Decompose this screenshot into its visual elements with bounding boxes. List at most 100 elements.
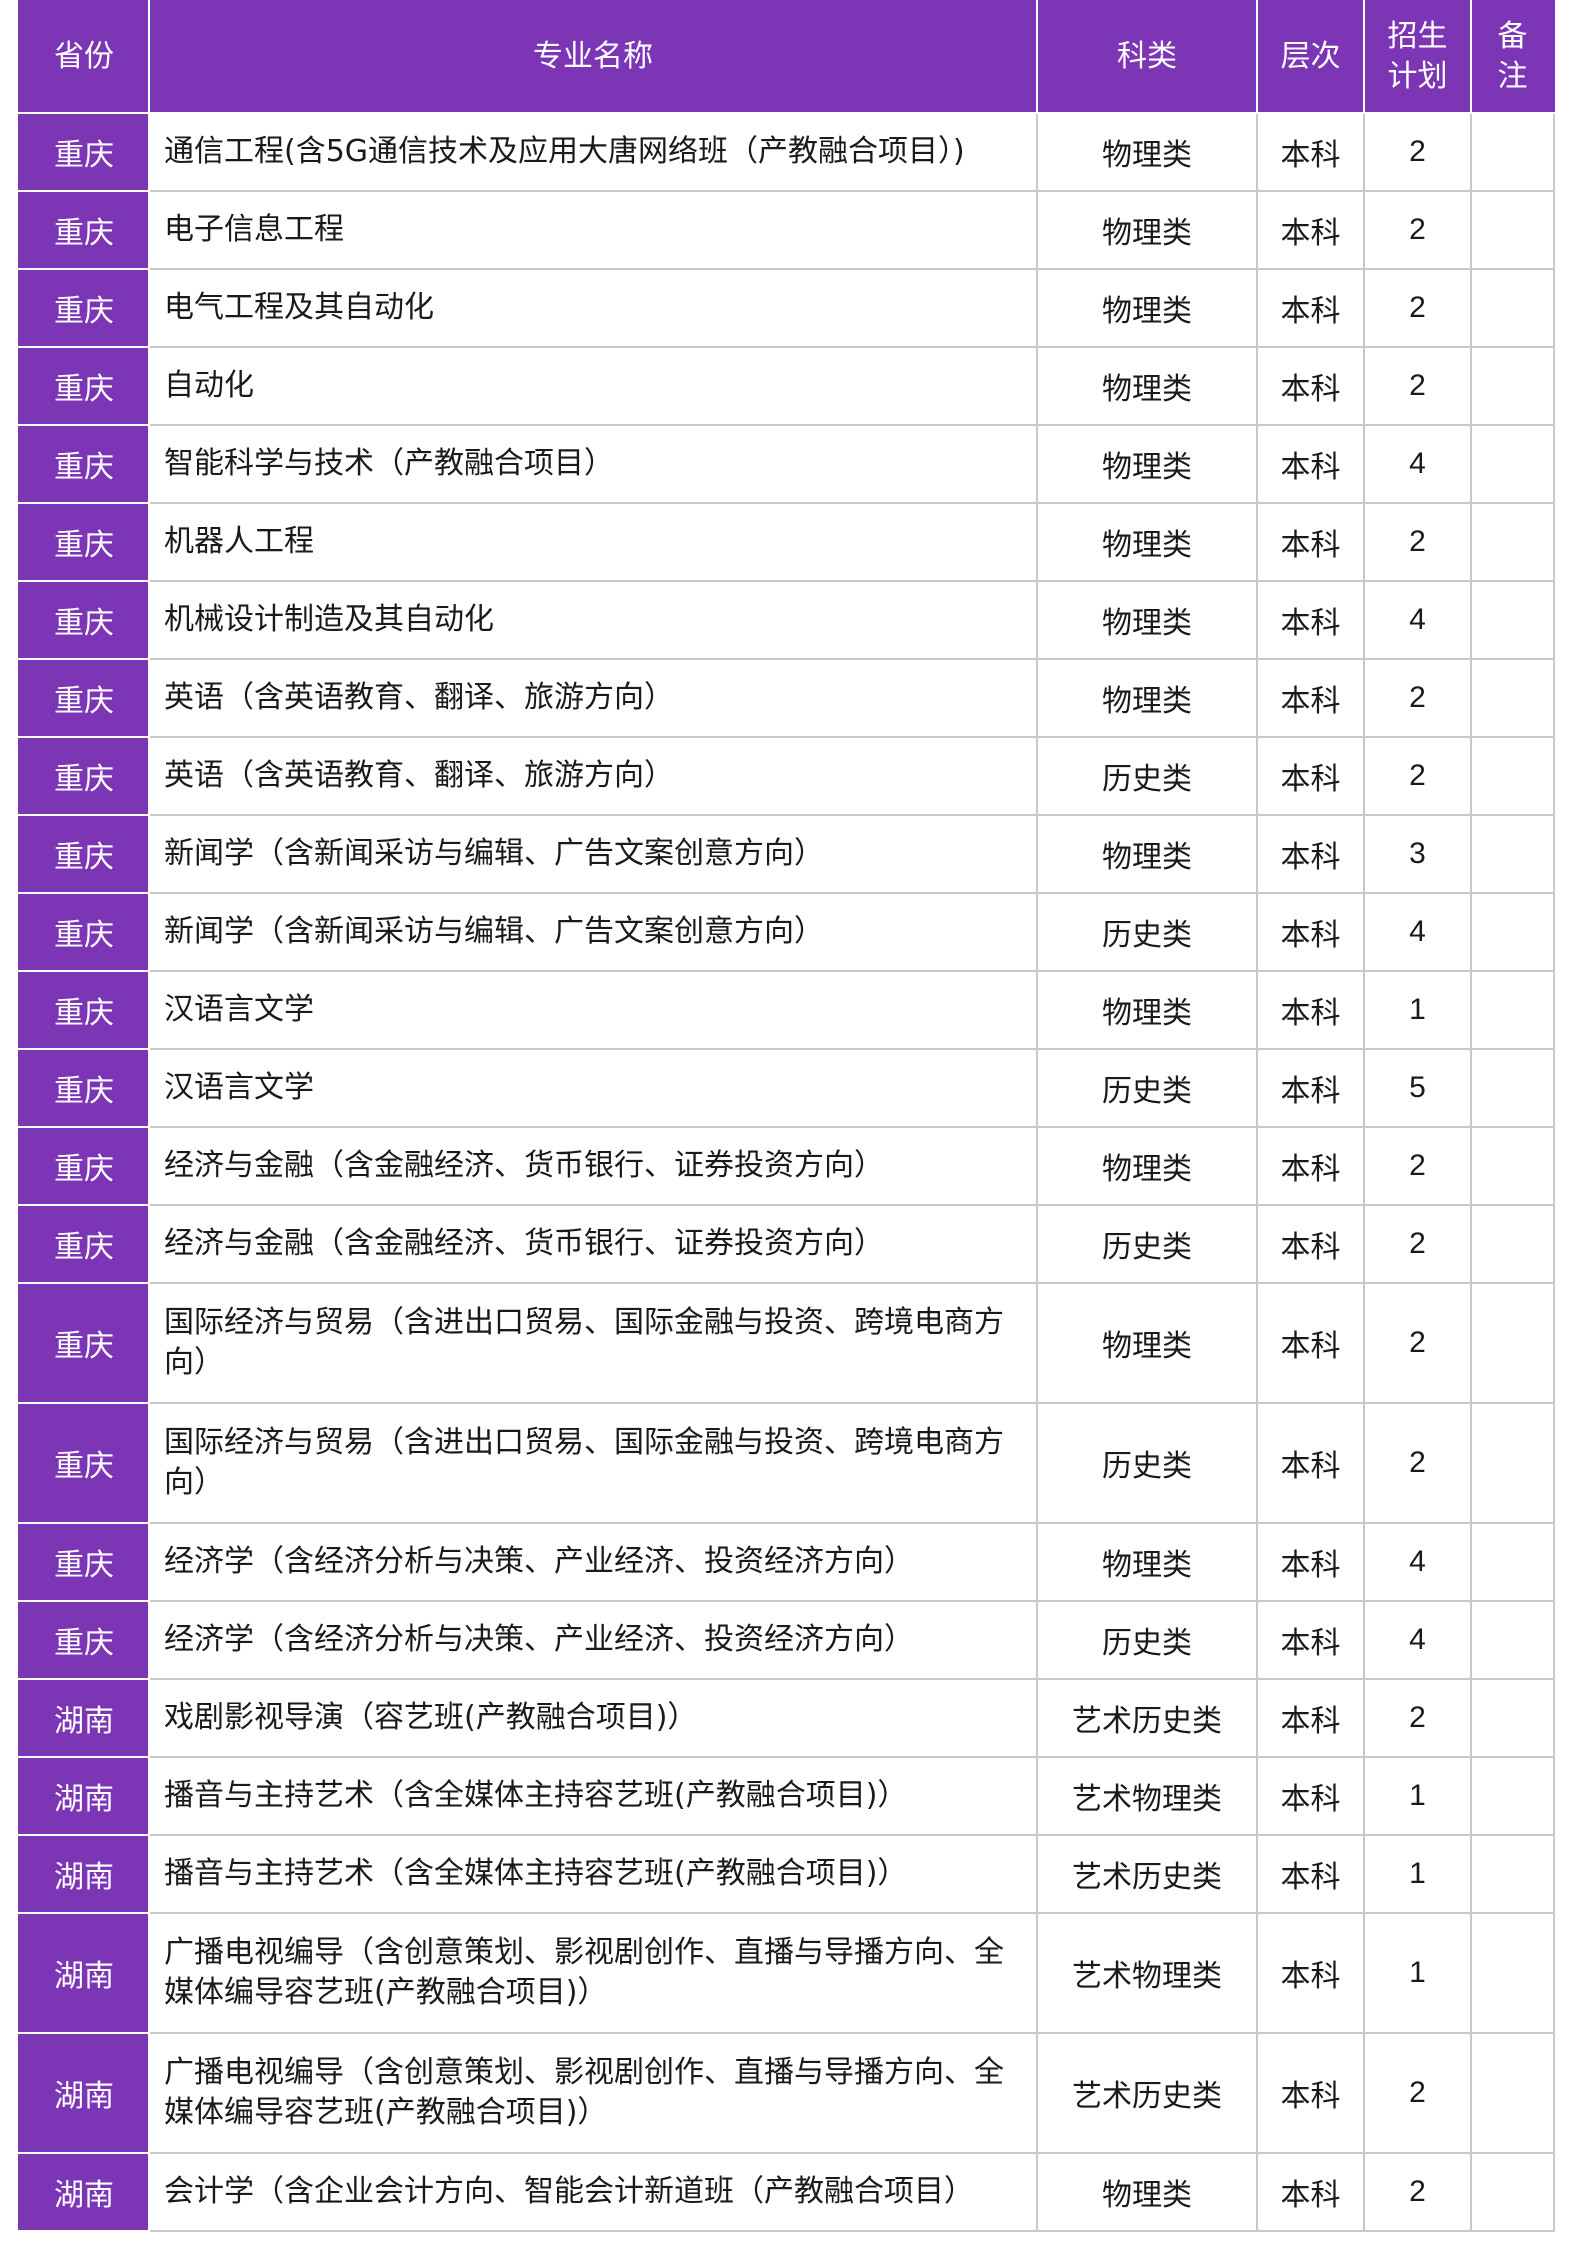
cell-major: 播音与主持艺术（含全媒体主持容艺班(产教融合项目)） xyxy=(148,1756,1038,1836)
cell-major: 汉语言文学 xyxy=(148,1048,1038,1128)
cell-major: 智能科学与技术（产教融合项目） xyxy=(148,424,1038,504)
cell-province: 重庆 xyxy=(18,580,150,660)
cell-plan: 2 xyxy=(1363,1204,1472,1284)
table-row: 重庆 汉语言文学 物理类 本科 1 xyxy=(18,970,1555,1050)
cell-note xyxy=(1470,736,1555,816)
cell-category: 艺术历史类 xyxy=(1036,2032,1258,2154)
header-note-line2: 注 xyxy=(1497,59,1528,94)
cell-category: 物理类 xyxy=(1036,814,1258,894)
cell-level: 本科 xyxy=(1256,892,1365,972)
cell-plan: 5 xyxy=(1363,1048,1472,1128)
cell-level: 本科 xyxy=(1256,1204,1365,1284)
cell-major: 电子信息工程 xyxy=(148,190,1038,270)
cell-province: 重庆 xyxy=(18,1282,150,1404)
table-row: 重庆 机械设计制造及其自动化 物理类 本科 4 xyxy=(18,580,1555,660)
table-row: 重庆 电子信息工程 物理类 本科 2 xyxy=(18,190,1555,270)
cell-note xyxy=(1470,346,1555,426)
cell-note xyxy=(1470,268,1555,348)
cell-note xyxy=(1470,2032,1555,2154)
cell-plan: 2 xyxy=(1363,1282,1472,1404)
cell-plan: 1 xyxy=(1363,1912,1472,2034)
cell-major: 国际经济与贸易（含进出口贸易、国际金融与投资、跨境电商方向） xyxy=(148,1282,1038,1404)
cell-plan: 4 xyxy=(1363,580,1472,660)
cell-note xyxy=(1470,1678,1555,1758)
cell-major: 汉语言文学 xyxy=(148,970,1038,1050)
cell-note xyxy=(1470,1048,1555,1128)
cell-major: 英语（含英语教育、翻译、旅游方向） xyxy=(148,658,1038,738)
cell-province: 重庆 xyxy=(18,1402,150,1524)
cell-category: 艺术历史类 xyxy=(1036,1834,1258,1914)
cell-plan: 2 xyxy=(1363,1402,1472,1524)
cell-level: 本科 xyxy=(1256,190,1365,270)
cell-major: 新闻学（含新闻采访与编辑、广告文案创意方向） xyxy=(148,814,1038,894)
cell-category: 物理类 xyxy=(1036,112,1258,192)
cell-note xyxy=(1470,970,1555,1050)
table-row: 重庆 经济与金融（含金融经济、货币银行、证券投资方向） 历史类 本科 2 xyxy=(18,1204,1555,1284)
header-row: 省份 专业名称 科类 层次 招生 计划 备 注 xyxy=(18,0,1555,114)
cell-level: 本科 xyxy=(1256,1834,1365,1914)
cell-province: 重庆 xyxy=(18,814,150,894)
cell-level: 本科 xyxy=(1256,970,1365,1050)
cell-level: 本科 xyxy=(1256,1522,1365,1602)
cell-plan: 2 xyxy=(1363,268,1472,348)
cell-major: 国际经济与贸易（含进出口贸易、国际金融与投资、跨境电商方向） xyxy=(148,1402,1038,1524)
table-row: 湖南 播音与主持艺术（含全媒体主持容艺班(产教融合项目)） 艺术物理类 本科 1 xyxy=(18,1756,1555,1836)
cell-major: 英语（含英语教育、翻译、旅游方向） xyxy=(148,736,1038,816)
cell-province: 重庆 xyxy=(18,658,150,738)
cell-major: 通信工程(含5G通信技术及应用大唐网络班（产教融合项目）) xyxy=(148,112,1038,192)
cell-major: 播音与主持艺术（含全媒体主持容艺班(产教融合项目)） xyxy=(148,1834,1038,1914)
cell-level: 本科 xyxy=(1256,2152,1365,2232)
table-row: 重庆 新闻学（含新闻采访与编辑、广告文案创意方向） 历史类 本科 4 xyxy=(18,892,1555,972)
cell-plan: 2 xyxy=(1363,190,1472,270)
cell-note xyxy=(1470,580,1555,660)
cell-note xyxy=(1470,502,1555,582)
cell-level: 本科 xyxy=(1256,1126,1365,1206)
cell-category: 艺术物理类 xyxy=(1036,1912,1258,2034)
cell-category: 物理类 xyxy=(1036,970,1258,1050)
cell-category: 历史类 xyxy=(1036,1600,1258,1680)
cell-major: 新闻学（含新闻采访与编辑、广告文案创意方向） xyxy=(148,892,1038,972)
table-row: 重庆 新闻学（含新闻采访与编辑、广告文案创意方向） 物理类 本科 3 xyxy=(18,814,1555,894)
cell-category: 物理类 xyxy=(1036,346,1258,426)
cell-category: 物理类 xyxy=(1036,658,1258,738)
cell-province: 重庆 xyxy=(18,1126,150,1206)
table-row: 重庆 经济与金融（含金融经济、货币银行、证券投资方向） 物理类 本科 2 xyxy=(18,1126,1555,1206)
table-row: 湖南 会计学（含企业会计方向、智能会计新道班（产教融合项目） 物理类 本科 2 xyxy=(18,2152,1555,2232)
cell-level: 本科 xyxy=(1256,346,1365,426)
cell-category: 艺术物理类 xyxy=(1036,1756,1258,1836)
cell-level: 本科 xyxy=(1256,814,1365,894)
cell-level: 本科 xyxy=(1256,1048,1365,1128)
cell-province: 重庆 xyxy=(18,502,150,582)
enrollment-plan-table: 省份 专业名称 科类 层次 招生 计划 备 注 重庆 通信工程(含5G通信技术及应… xyxy=(18,0,1555,2232)
cell-category: 物理类 xyxy=(1036,2152,1258,2232)
cell-category: 艺术历史类 xyxy=(1036,1678,1258,1758)
cell-province: 湖南 xyxy=(18,2152,150,2232)
header-major: 专业名称 xyxy=(148,0,1038,114)
table-row: 重庆 智能科学与技术（产教融合项目） 物理类 本科 4 xyxy=(18,424,1555,504)
cell-category: 物理类 xyxy=(1036,502,1258,582)
cell-province: 重庆 xyxy=(18,268,150,348)
header-plan-line2: 计划 xyxy=(1387,59,1448,94)
cell-category: 物理类 xyxy=(1036,580,1258,660)
table-row: 重庆 英语（含英语教育、翻译、旅游方向） 物理类 本科 2 xyxy=(18,658,1555,738)
table-body: 重庆 通信工程(含5G通信技术及应用大唐网络班（产教融合项目）) 物理类 本科 2 重庆电… xyxy=(18,112,1555,2232)
cell-plan: 2 xyxy=(1363,658,1472,738)
cell-level: 本科 xyxy=(1256,1402,1365,1524)
cell-level: 本科 xyxy=(1256,2032,1365,2154)
cell-plan: 2 xyxy=(1363,2032,1472,2154)
header-province: 省份 xyxy=(18,0,150,114)
header-note-line1: 备 xyxy=(1497,19,1528,54)
table-row: 重庆 电气工程及其自动化 物理类 本科 2 xyxy=(18,268,1555,348)
cell-province: 重庆 xyxy=(18,190,150,270)
cell-note xyxy=(1470,424,1555,504)
cell-category: 历史类 xyxy=(1036,736,1258,816)
table-header: 省份 专业名称 科类 层次 招生 计划 备 注 xyxy=(18,0,1555,114)
cell-level: 本科 xyxy=(1256,502,1365,582)
cell-major: 广播电视编导（含创意策划、影视剧创作、直播与导播方向、全媒体编导容艺班(产教融合… xyxy=(148,1912,1038,2034)
cell-level: 本科 xyxy=(1256,424,1365,504)
cell-level: 本科 xyxy=(1256,112,1365,192)
cell-province: 重庆 xyxy=(18,1522,150,1602)
cell-category: 物理类 xyxy=(1036,190,1258,270)
cell-category: 历史类 xyxy=(1036,1048,1258,1128)
cell-plan: 2 xyxy=(1363,2152,1472,2232)
